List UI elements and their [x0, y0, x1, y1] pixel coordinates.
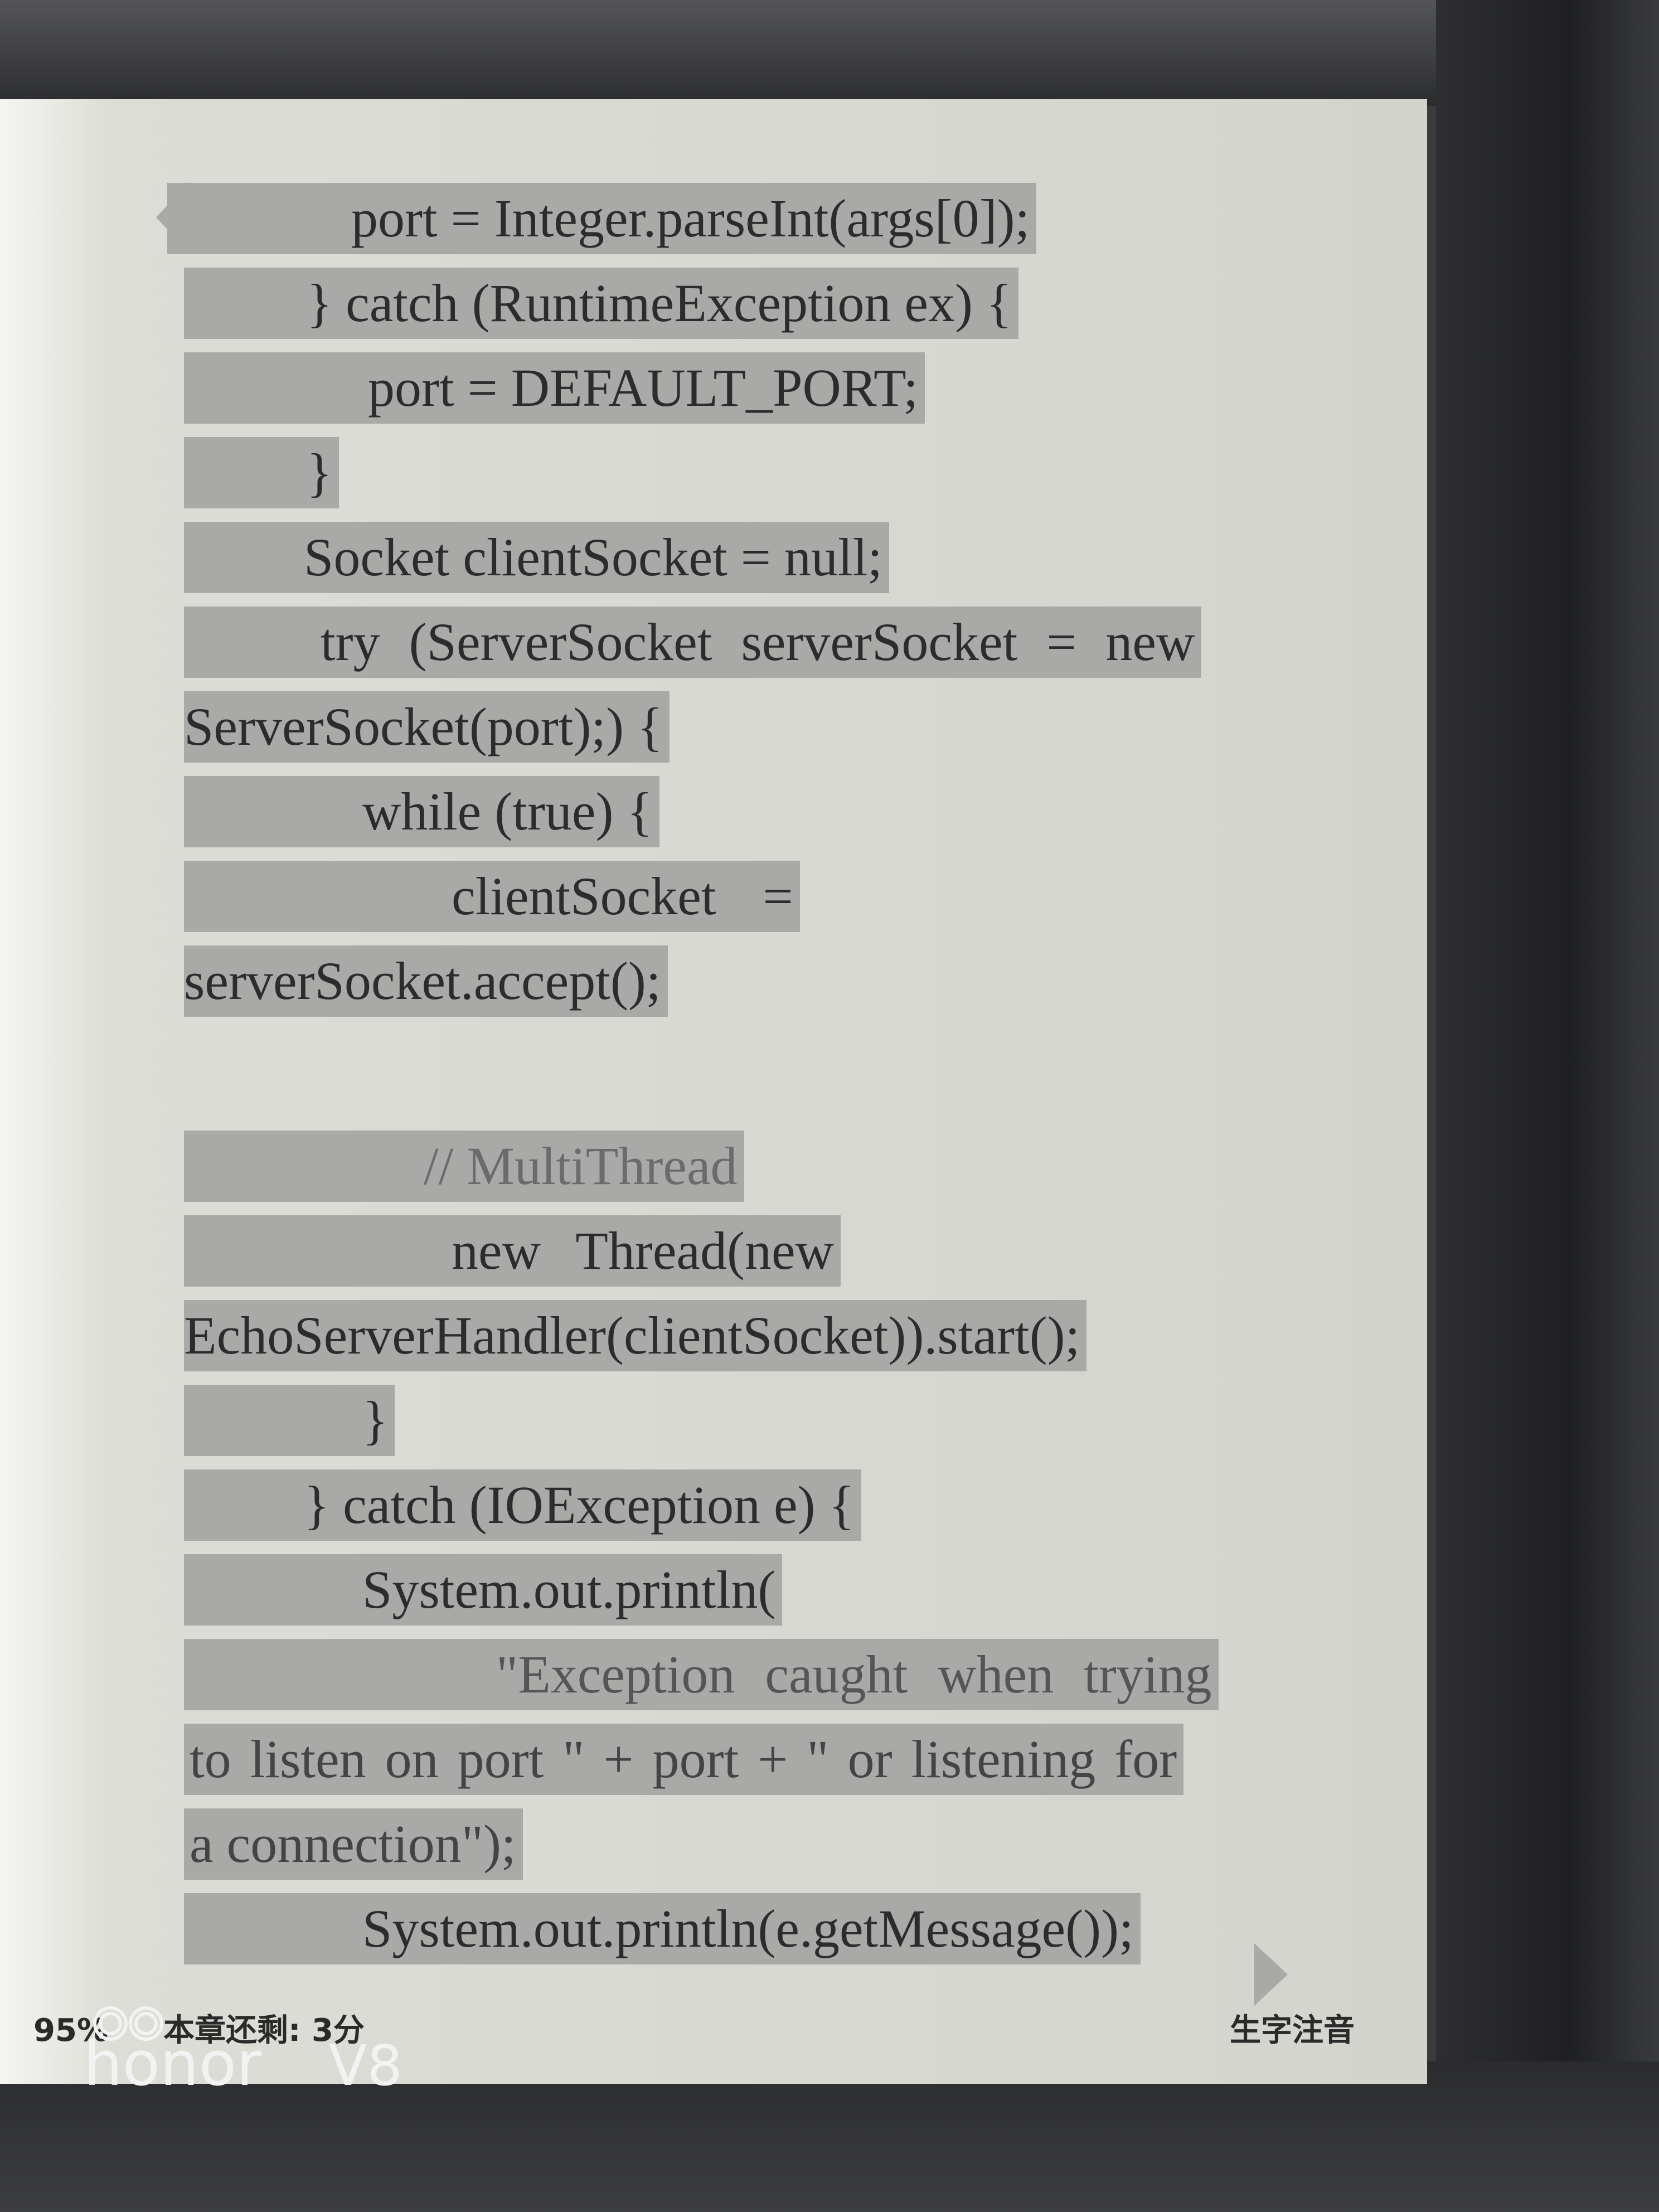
code-line[interactable]: } — [184, 437, 339, 508]
pinyin-feature-button[interactable]: 生字注音 — [1230, 2005, 1355, 2050]
camera-watermark: honor V8 — [84, 2001, 429, 2113]
code-line[interactable]: EchoServerHandler(clientSocket)).start()… — [184, 1300, 1087, 1371]
code-line[interactable]: a connection"); — [184, 1808, 523, 1880]
code-line[interactable]: Socket clientSocket = null; — [184, 522, 889, 593]
model-text: V8 — [329, 2033, 402, 2098]
code-line[interactable]: ServerSocket(port);) { — [184, 691, 670, 763]
code-line[interactable]: try (ServerSocket serverSocket = new — [184, 607, 1202, 678]
device-bezel-top — [0, 0, 1659, 106]
code-line[interactable]: to listen on port " + port + " or listen… — [184, 1724, 1184, 1795]
device-bezel-right — [1436, 0, 1659, 2212]
code-line[interactable]: while (true) { — [184, 776, 659, 847]
code-line[interactable]: new Thread(new — [184, 1215, 841, 1287]
code-line[interactable]: System.out.println(e.getMessage()); — [184, 1893, 1141, 1964]
ereader-screen[interactable]: port = Integer.parseInt(args[0]); } catc… — [0, 99, 1427, 2084]
highlight-end-handle[interactable] — [1254, 1943, 1288, 2006]
code-line[interactable]: clientSocket = — [184, 861, 800, 932]
code-line[interactable]: port = DEFAULT_PORT; — [184, 352, 925, 424]
brand-text: honor — [84, 2028, 262, 2099]
code-line[interactable]: // MultiThread — [184, 1131, 744, 1202]
code-line[interactable]: } catch (RuntimeException ex) { — [184, 268, 1019, 339]
code-line[interactable]: serverSocket.accept(); — [184, 945, 668, 1017]
honor-logo-icon: honor V8 — [84, 2006, 402, 2099]
code-line[interactable]: "Exception caught when trying — [184, 1639, 1219, 1710]
code-line[interactable]: } catch (IOException e) { — [184, 1469, 861, 1541]
code-line[interactable]: System.out.println( — [184, 1554, 783, 1626]
code-line[interactable]: port = Integer.parseInt(args[0]); — [167, 183, 1037, 254]
code-line[interactable]: } — [184, 1385, 395, 1456]
